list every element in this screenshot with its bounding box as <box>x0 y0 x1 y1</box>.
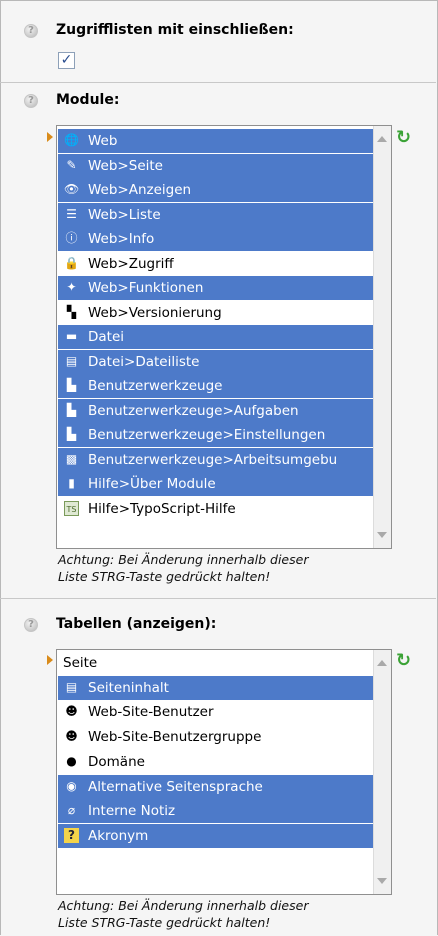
list-item[interactable]: ⓘ Web>Info <box>58 227 373 251</box>
list-item[interactable]: ▤ Seiteninhalt <box>58 675 373 700</box>
scroll-up-icon[interactable] <box>377 660 387 666</box>
list-item[interactable]: TS Hilfe>TypoScript-Hilfe <box>58 497 373 521</box>
list-item-label: Datei <box>88 329 125 345</box>
tables-select-list[interactable]: Seite ▤ Seiteninhalt ☻ Web-Site-Benutzer ☻ Web… <box>56 649 392 895</box>
eye-icon: 👁 <box>64 182 80 196</box>
lock-icon: 🔒 <box>64 255 79 270</box>
list-item[interactable]: ▩ Benutzerwerkzeuge>Arbeitsumgebu <box>58 447 373 472</box>
list-item-label: Datei>Dateiliste <box>88 353 200 370</box>
list-item-label: Seite <box>63 655 98 671</box>
tables-ctrl-note-line1: Achtung: Bei Änderung innerhalb dieser <box>58 898 309 913</box>
list-item[interactable]: ● Domäne <box>58 750 373 774</box>
list-item[interactable]: ☻ Web-Site-Benutzergruppe <box>58 725 373 749</box>
language-icon: ◉ <box>66 778 77 793</box>
list-item-label: Interne Notiz <box>88 803 176 820</box>
list-marker-icon <box>47 655 53 665</box>
scroll-down-icon[interactable] <box>377 878 387 884</box>
list-item[interactable]: ▙ Benutzerwerkzeuge>Einstellungen <box>58 423 373 447</box>
include-access-lists-checkbox[interactable]: ✓ <box>58 52 75 69</box>
fe-user-icon: ☻ <box>65 704 78 719</box>
tables-scrollbar[interactable] <box>373 650 391 894</box>
list-item-label: Seiteninhalt <box>88 679 169 696</box>
list-item-label: Web>Liste <box>88 206 161 223</box>
info-icon: ⓘ <box>65 231 78 245</box>
tasks-icon: ▙ <box>66 402 77 417</box>
list-item-label: Web>Seite <box>88 157 163 174</box>
modules-title: Module: <box>56 92 120 108</box>
list-item[interactable]: 🌐 Web <box>58 129 373 153</box>
list-item-label: Alternative Seitensprache <box>88 778 263 795</box>
scroll-down-icon[interactable] <box>377 532 387 538</box>
content-icon: ▤ <box>65 679 78 694</box>
modules-select-list[interactable]: 🌐 Web ✎ Web>Seite 👁 Web>Anzeigen ☰ Web>Liste ⓘ We… <box>56 125 392 549</box>
typoscript-icon: TS <box>64 500 79 516</box>
tables-ctrl-note-line2: Liste STRG-Taste gedrückt halten! <box>58 915 271 930</box>
list-item-label: Web>Funktionen <box>88 280 204 296</box>
tables-header: ? Tabellen (anzeigen): <box>0 612 436 638</box>
reload-icon[interactable]: ↻ <box>396 129 414 147</box>
list-item[interactable]: ✦ Web>Funktionen <box>58 276 373 300</box>
list-item[interactable]: ▙ Benutzerwerkzeuge>Aufgaben <box>58 398 373 423</box>
help-book-icon: ▮ <box>68 476 75 490</box>
list-item-label: Benutzerwerkzeuge <box>88 378 223 394</box>
scroll-up-icon[interactable] <box>377 136 387 142</box>
list-item[interactable]: ✎ Web>Seite <box>58 153 373 178</box>
list-item[interactable]: ▙ Benutzerwerkzeuge <box>58 374 373 398</box>
list-item-label: Web <box>88 133 118 149</box>
access-lists-title: Zugrifflisten mit einschließen: <box>56 22 294 38</box>
modules-scrollbar[interactable] <box>373 126 391 548</box>
globe-icon: 🌐 <box>64 133 79 147</box>
list-item-label: Hilfe>TypoScript-Hilfe <box>88 500 236 517</box>
list-item[interactable]: ☰ Web>Liste <box>58 202 373 227</box>
divider <box>0 82 436 83</box>
modules-ctrl-note-line1: Achtung: Bei Änderung innerhalb dieser <box>58 552 309 567</box>
list-item[interactable]: ☻ Web-Site-Benutzer <box>58 700 373 724</box>
list-item[interactable]: ? Akronym <box>58 823 373 848</box>
folder-icon: ▬ <box>65 329 78 343</box>
workspace-icon: ▩ <box>65 451 78 466</box>
help-icon[interactable]: ? <box>24 618 38 632</box>
reload-icon[interactable]: ↻ <box>396 652 414 670</box>
domain-icon: ● <box>66 753 77 768</box>
help-icon[interactable]: ? <box>24 24 38 38</box>
list-item-label: Domäne <box>88 753 145 770</box>
list-item-label: Benutzerwerkzeuge>Aufgaben <box>88 402 299 419</box>
list-item-label: Benutzerwerkzeuge>Einstellungen <box>88 427 326 443</box>
list-item-label: Web>Zugriff <box>88 255 174 272</box>
user-tools-icon: ▙ <box>66 378 77 392</box>
note-icon: ⌀ <box>67 803 76 818</box>
list-item-label: Web>Anzeigen <box>88 182 192 198</box>
modules-header: ? Module: <box>0 88 436 114</box>
page-edit-icon: ✎ <box>66 157 77 172</box>
settings-icon: ▙ <box>66 427 77 441</box>
fe-group-icon: ☻ <box>65 729 78 744</box>
list-item-label: Web-Site-Benutzergruppe <box>88 729 262 746</box>
list-item[interactable]: ▮ Hilfe>Über Module <box>58 472 373 496</box>
list-item-label: Web-Site-Benutzer <box>88 704 214 721</box>
list-marker-icon <box>47 132 53 142</box>
list-item[interactable]: ▬ Datei <box>58 325 373 349</box>
list-item-label: Benutzerwerkzeuge>Arbeitsumgebu <box>88 451 338 468</box>
access-lists-header: ? Zugrifflisten mit einschließen: <box>0 18 436 44</box>
list-icon: ☰ <box>66 206 77 221</box>
acronym-icon: ? <box>64 827 79 843</box>
list-item[interactable]: Seite <box>58 651 373 675</box>
list-item[interactable]: ▚ Web>Versionierung <box>58 301 373 325</box>
list-item-label: Hilfe>Über Module <box>88 476 216 492</box>
list-item-label: Akronym <box>88 827 149 844</box>
list-item[interactable]: ⌀ Interne Notiz <box>58 799 373 824</box>
list-item[interactable]: ▤ Datei>Dateiliste <box>58 349 373 374</box>
versioning-icon: ▚ <box>66 304 77 319</box>
help-icon[interactable]: ? <box>24 94 38 108</box>
list-item-label: Web>Info <box>88 231 155 247</box>
tables-title: Tabellen (anzeigen): <box>56 616 217 632</box>
wand-icon: ✦ <box>66 280 77 294</box>
list-item[interactable]: 🔒 Web>Zugriff <box>58 252 373 276</box>
filelist-icon: ▤ <box>65 353 78 368</box>
list-item[interactable]: 👁 Web>Anzeigen <box>58 178 373 202</box>
divider <box>0 598 436 599</box>
modules-ctrl-note-line2: Liste STRG-Taste gedrückt halten! <box>58 569 271 584</box>
list-item-label: Web>Versionierung <box>88 304 222 321</box>
list-item[interactable]: ◉ Alternative Seitensprache <box>58 774 373 799</box>
